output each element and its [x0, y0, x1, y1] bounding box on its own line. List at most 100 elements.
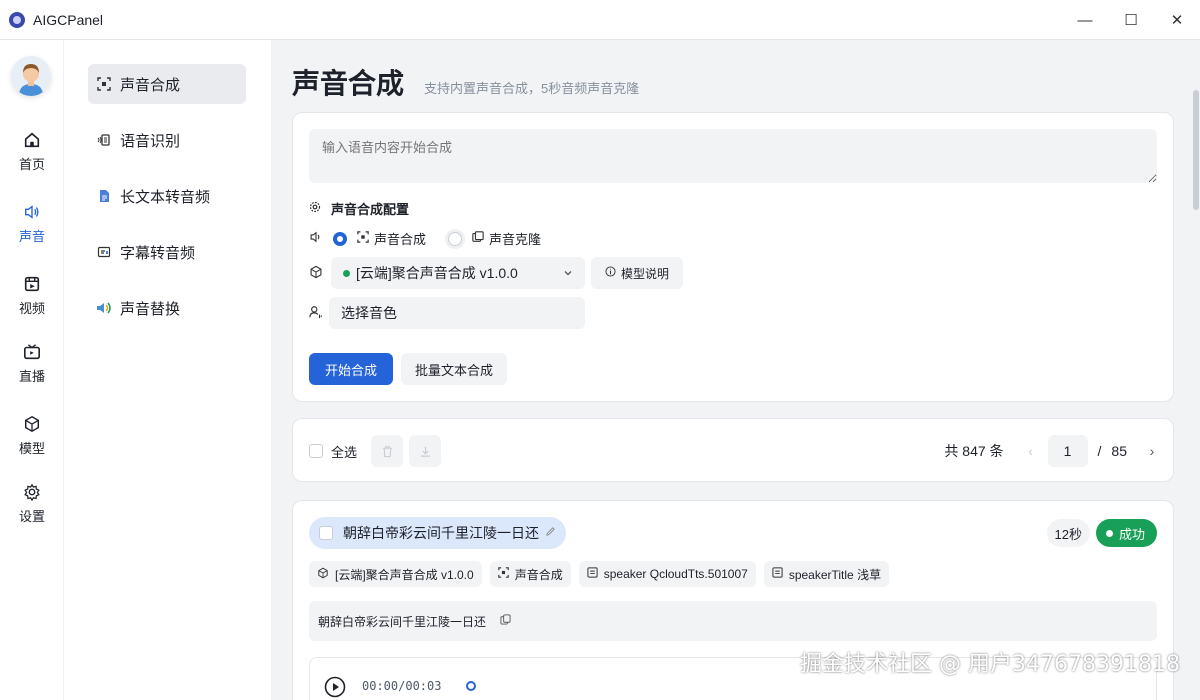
cube-icon: [309, 265, 323, 282]
clone-icon: [472, 231, 484, 246]
model-select-value: [云端]聚合声音合成 v1.0.0: [356, 265, 518, 281]
speaker-icon: [25, 205, 39, 219]
config-title: 声音合成配置: [309, 199, 409, 218]
record-checkbox[interactable]: [319, 526, 333, 540]
duration-badge: 12秒: [1046, 519, 1090, 547]
nav-settings-label: 设置: [18, 509, 45, 524]
maximize-button[interactable]: ☐: [1108, 0, 1154, 40]
list-toolbar-card: 全选 共 847 条 ‹ 1 / 85 ›: [292, 418, 1174, 482]
avatar[interactable]: [11, 56, 51, 96]
nav-model[interactable]: 模型: [0, 408, 64, 464]
record-meta: 12秒 成功: [1046, 519, 1157, 547]
edit-icon[interactable]: [545, 524, 556, 542]
scan-icon: [497, 567, 509, 581]
submenu-item-longtext[interactable]: 长文本转音频: [88, 176, 246, 216]
primary-nav: 首页 声音 视频 直播 模型 设置: [0, 40, 64, 700]
nav-video[interactable]: 视频: [0, 268, 64, 324]
sound-submenu: 声音合成 语音识别 长文本转音频 字幕转音频 声音替换: [64, 40, 272, 700]
tag-label: speakerTitle 浅草: [788, 567, 882, 582]
submenu-item-label: 长文本转音频: [120, 188, 211, 206]
voice-row: 选择音色: [309, 297, 585, 329]
app-logo-icon: [9, 11, 25, 28]
status-text: 成功: [1118, 526, 1145, 542]
record-text-box: 朝辞白帝彩云间千里江陵一日还: [309, 601, 1157, 641]
record-tags: [云端]聚合声音合成 v1.0.0 声音合成 speaker QcloudTts…: [309, 561, 897, 587]
subtitle-icon: [96, 244, 112, 260]
total-count: 共 847 条: [944, 443, 1004, 459]
record-title: 朝辞白帝彩云间千里江陵一日还: [343, 525, 539, 541]
title-bar: AIGCPanel — ☐ ✕: [0, 0, 1200, 40]
video-icon: [24, 276, 40, 292]
scrollbar-thumb[interactable]: [1193, 90, 1199, 210]
play-icon[interactable]: [324, 676, 346, 700]
cube-icon: [317, 567, 329, 582]
record-title-pill: 朝辞白帝彩云间千里江陵一日还: [309, 517, 566, 549]
batch-synthesis-button[interactable]: 批量文本合成: [401, 353, 508, 385]
tag-speaker: speaker QcloudTts.501007: [578, 561, 756, 587]
nav-live-label: 直播: [18, 369, 45, 384]
page-title: 声音合成: [292, 68, 405, 99]
delete-button[interactable]: [371, 435, 404, 467]
page-separator: /: [1097, 443, 1102, 459]
nav-home[interactable]: 首页: [0, 124, 64, 180]
download-button[interactable]: [409, 435, 442, 467]
page-subtitle: 支持内置声音合成，5秒音频声音克隆: [424, 81, 640, 96]
minimize-button[interactable]: —: [1062, 0, 1108, 40]
scan-icon: [96, 76, 112, 92]
nav-sound-label: 声音: [18, 229, 45, 244]
submenu-item-subtitle[interactable]: 字幕转音频: [88, 232, 246, 272]
synthesis-text-input[interactable]: [309, 129, 1157, 183]
submenu-item-replace[interactable]: 声音替换: [88, 288, 246, 328]
status-dot: [343, 269, 350, 277]
mode-clone-radio[interactable]: [448, 231, 463, 246]
select-all-label[interactable]: 全选: [331, 442, 357, 461]
tag-label: 声音合成: [514, 567, 563, 582]
player-time: 00:00/00:03: [362, 679, 442, 693]
pagination: 共 847 条 ‹ 1 / 85 ›: [944, 435, 1159, 467]
replace-icon: [96, 300, 112, 316]
close-button[interactable]: ✕: [1154, 0, 1200, 40]
nav-model-label: 模型: [18, 441, 45, 456]
status-dot: [1105, 529, 1113, 537]
model-info-button[interactable]: 模型说明: [591, 257, 684, 289]
voice-select[interactable]: 选择音色: [329, 297, 585, 329]
mode-row: 声音合成 声音克隆: [309, 229, 541, 248]
app-title: AIGCPanel: [33, 11, 104, 28]
select-all-checkbox[interactable]: [309, 444, 323, 458]
submenu-item-label: 语音识别: [120, 132, 181, 150]
seek-handle[interactable]: [466, 681, 476, 691]
start-synthesis-button[interactable]: 开始合成: [309, 353, 394, 385]
gear-icon: [309, 201, 321, 216]
mode-synthesis-radio[interactable]: [333, 231, 347, 246]
nav-settings[interactable]: 设置: [0, 476, 64, 532]
model-select[interactable]: [云端]聚合声音合成 v1.0.0: [331, 257, 585, 289]
info-icon: [605, 266, 616, 280]
page-count: 85: [1111, 443, 1127, 459]
page-input[interactable]: 1: [1047, 435, 1088, 467]
mode-clone-label[interactable]: 声音克隆: [489, 229, 541, 248]
scrollbar[interactable]: [1192, 40, 1200, 700]
mode-synthesis-label[interactable]: 声音合成: [374, 229, 426, 248]
submenu-item-label: 声音合成: [120, 76, 181, 94]
list-icon: [587, 567, 598, 581]
home-icon: [24, 132, 40, 148]
next-page-button[interactable]: ›: [1145, 443, 1159, 459]
status-badge: 成功: [1095, 519, 1157, 547]
submenu-item-recognition[interactable]: 语音识别: [88, 120, 246, 160]
model-row: [云端]聚合声音合成 v1.0.0 模型说明: [309, 257, 684, 289]
nav-live[interactable]: 直播: [0, 336, 64, 392]
mic-text-icon: [96, 132, 112, 148]
gear-icon: [24, 483, 40, 501]
record-text: 朝辞白帝彩云间千里江陵一日还: [318, 614, 487, 629]
chevron-down-icon: [563, 265, 573, 281]
scan-icon: [357, 231, 369, 246]
document-icon: [96, 188, 112, 204]
avatar-image: [11, 56, 51, 96]
prev-page-button[interactable]: ‹: [1024, 443, 1038, 459]
copy-icon[interactable]: [500, 614, 511, 628]
tag-label: speaker QcloudTts.501007: [603, 567, 748, 581]
cube-icon: [24, 415, 40, 433]
nav-home-label: 首页: [18, 157, 45, 172]
submenu-item-synthesis[interactable]: 声音合成: [88, 64, 246, 104]
nav-sound[interactable]: 声音: [0, 196, 64, 252]
